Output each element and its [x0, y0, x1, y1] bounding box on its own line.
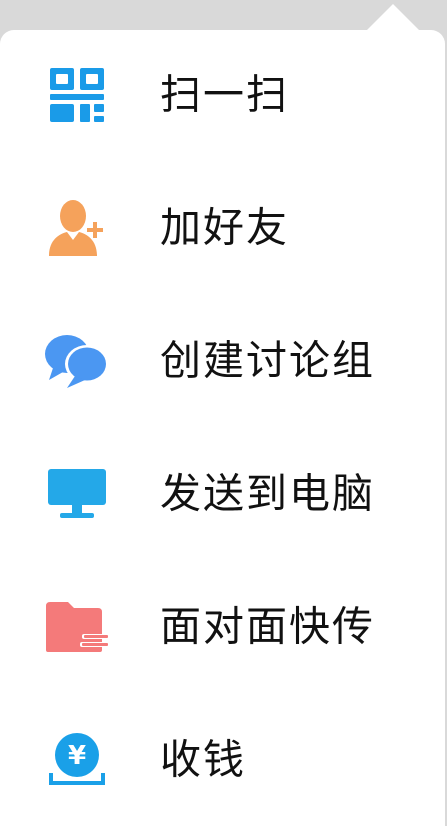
menu-item-label: 创建讨论组: [160, 336, 375, 385]
folder-transfer-icon: [42, 592, 112, 662]
menu-item-create-group[interactable]: 创建讨论组: [0, 306, 445, 416]
menu-item-add-friend[interactable]: 加好友: [0, 173, 445, 283]
menu-item-label: 收钱: [160, 735, 246, 784]
menu-item-label: 面对面快传: [160, 602, 375, 651]
menu-item-face-to-face[interactable]: 面对面快传: [0, 572, 445, 682]
menu-item-label: 加好友: [160, 203, 289, 252]
menu-item-send-to-pc[interactable]: 发送到电脑: [0, 439, 445, 549]
receive-money-icon: ¥: [42, 725, 112, 795]
chat-group-icon: [42, 326, 112, 396]
menu-item-receive-money[interactable]: ¥ 收钱: [0, 705, 445, 815]
menu-item-label: 发送到电脑: [160, 469, 375, 518]
add-friend-icon: [42, 193, 112, 263]
menu-item-scan[interactable]: 扫一扫: [0, 40, 445, 150]
computer-icon: [42, 459, 112, 529]
menu-item-label: 扫一扫: [160, 70, 289, 119]
menu-pointer-arrow: [365, 4, 421, 32]
popup-menu: 扫一扫 加好友 创建讨论组 发送到电脑 面对面快传 ¥ 收钱: [0, 30, 445, 826]
svg-text:¥: ¥: [68, 741, 86, 771]
qr-scan-icon: [42, 60, 112, 130]
